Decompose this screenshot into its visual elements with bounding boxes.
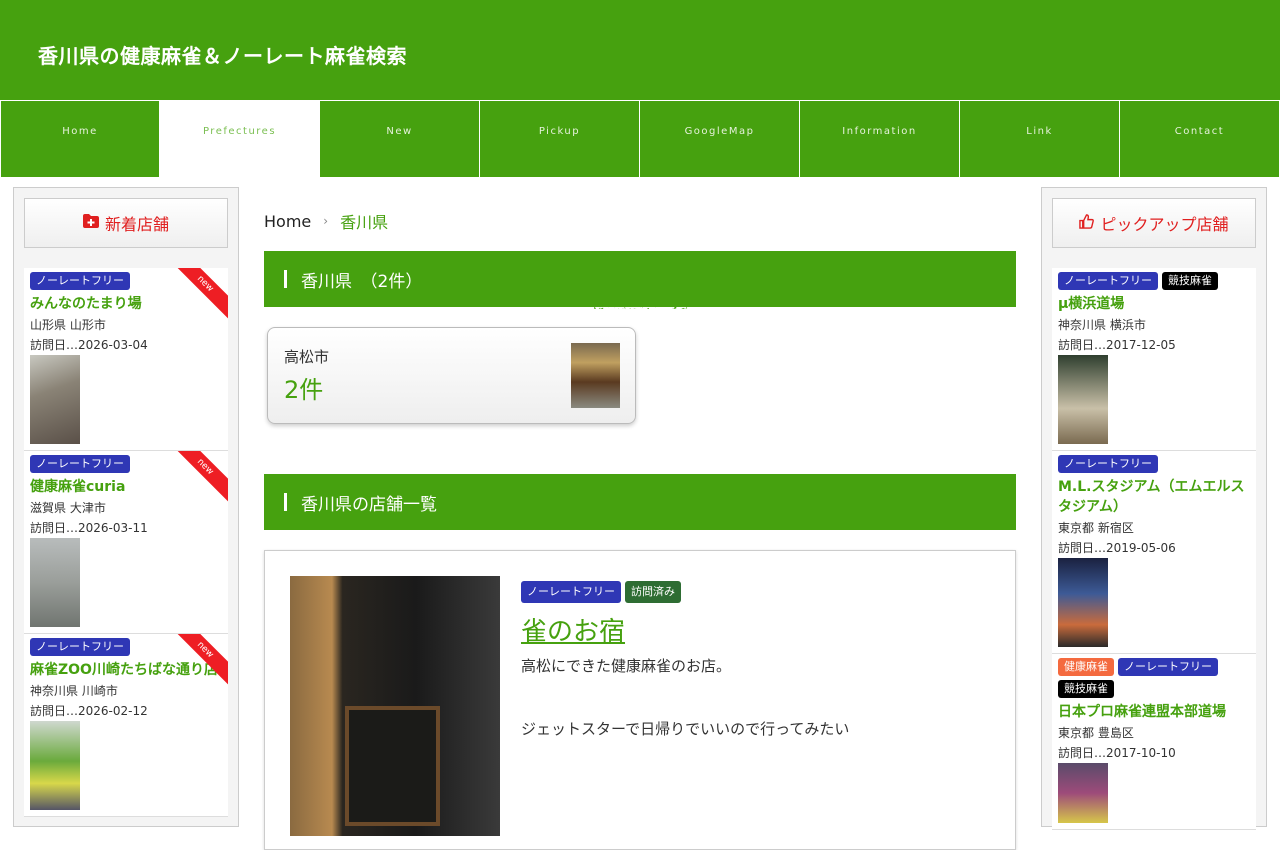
pickup-sidebar: ピックアップ店舗 ノーレートフリー 競技麻雀 μ横浜道場 神奈川県 横浜市 訪問… xyxy=(1041,187,1267,830)
list-item: new ノーレートフリー 麻雀ZOO川崎たちばな通り店 神奈川県 川崎市 訪問日… xyxy=(24,634,228,817)
city-name: 高松市 xyxy=(284,348,330,366)
city-thumbnail xyxy=(571,343,620,408)
shop-name-link[interactable]: M.L.スタジアム（エムエルス xyxy=(1058,476,1251,496)
shop-location: 山形県 山形市 xyxy=(30,318,106,332)
nav-sublabel: Information xyxy=(842,126,917,137)
nav-item-googlemap[interactable]: GoogleMap検索 GoogleMap xyxy=(573,101,800,311)
tag-badge[interactable]: ノーレートフリー xyxy=(30,455,130,473)
shop-name-link[interactable]: 日本プロ麻雀連盟本部道場 xyxy=(1058,701,1251,721)
section-heading-prefecture: 香川県 （2件） xyxy=(264,251,1016,307)
shop-location: 東京都 豊島区 xyxy=(1058,726,1134,740)
shop-location: 滋賀県 大津市 xyxy=(30,501,106,515)
list-item: ノーレートフリー M.L.スタジアム（エムエルス タジアム） 東京都 新宿区 訪… xyxy=(1052,451,1256,654)
tag-badge[interactable]: ノーレートフリー xyxy=(30,272,130,290)
breadcrumb: Home › 香川県 xyxy=(264,209,388,233)
visit-date: 訪問日…2017-12-05 xyxy=(1058,338,1176,352)
tag-badge[interactable]: ノーレートフリー xyxy=(30,638,130,656)
list-item: new ノーレートフリー みんなのたまり場 山形県 山形市 訪問日…2026-0… xyxy=(24,268,228,451)
shop-thumbnail[interactable] xyxy=(1058,558,1108,647)
tag-badge[interactable]: 訪問済み xyxy=(625,581,681,603)
section-title: 香川県の店舗一覧 xyxy=(301,494,437,515)
tag-badge[interactable]: 競技麻雀 xyxy=(1162,272,1218,290)
shop-name-link[interactable]: μ横浜道場 xyxy=(1058,293,1251,313)
nav-sublabel: Home xyxy=(62,126,98,137)
pickup-heading-label: ピックアップ店舗 xyxy=(1100,215,1229,234)
site-header: 香川県の健康麻雀＆ノーレート麻雀検索 xyxy=(0,0,1280,100)
nav-sublabel: Prefectures xyxy=(202,126,277,137)
tag-badge[interactable]: ノーレートフリー xyxy=(1058,272,1158,290)
shop-thumbnail[interactable] xyxy=(30,721,80,810)
shop-thumbnail[interactable] xyxy=(1058,763,1108,823)
pickup-heading[interactable]: ピックアップ店舗 xyxy=(1052,198,1256,248)
nav-item-link[interactable]: リンク Link xyxy=(616,101,1120,311)
shop-photo[interactable] xyxy=(290,576,500,836)
site-title[interactable]: 香川県の健康麻雀＆ノーレート麻雀検索 xyxy=(38,40,407,69)
new-shops-heading[interactable]: 新着店舗 xyxy=(24,198,228,248)
visit-date: 訪問日…2019-05-06 xyxy=(1058,541,1176,555)
new-shops-heading-label: 新着店舗 xyxy=(104,215,169,234)
nav-item-new[interactable]: 新着店舗 New xyxy=(320,101,672,311)
nav-item-search[interactable]: 店舗検索 Information xyxy=(608,101,960,311)
shop-name-link[interactable]: 麻雀ZOO川崎たちばな通り店 xyxy=(30,659,223,679)
nav-sublabel: GoogleMap xyxy=(684,126,755,137)
breadcrumb-current: 香川県 xyxy=(340,213,389,232)
nav-item-home[interactable]: ホーム Home xyxy=(0,101,664,311)
nav-sublabel: Contact xyxy=(1174,126,1225,137)
nav-item-contact[interactable]: お問い合わせ Contact xyxy=(592,101,1280,311)
nav-sublabel: New xyxy=(386,126,413,137)
heading-bar xyxy=(284,493,287,511)
shop-description: ジェットスターで日帰りでいいので行ってみたい xyxy=(521,720,850,738)
global-nav: ホーム Home 都道府県一覧 Prefectures 新着店舗 New ピック… xyxy=(0,100,1280,311)
shop-name-link[interactable]: 雀のお宿 xyxy=(521,611,625,648)
shop-name-link-continued[interactable]: タジアム） xyxy=(1058,496,1251,516)
shop-location: 神奈川県 横浜市 xyxy=(1058,318,1146,332)
folder-plus-icon xyxy=(82,214,99,232)
shop-location: 東京都 新宿区 xyxy=(1058,521,1134,535)
tag-badge[interactable]: ノーレートフリー xyxy=(1058,455,1158,473)
nav-item-prefectures[interactable]: 都道府県一覧 Prefectures xyxy=(160,101,688,311)
shop-location: 神奈川県 川崎市 xyxy=(30,684,118,698)
heading-bar xyxy=(284,270,287,288)
tag-badge[interactable]: 健康麻雀 xyxy=(1058,658,1114,676)
list-item: ノーレートフリー 競技麻雀 μ横浜道場 神奈川県 横浜市 訪問日…2017-12… xyxy=(1052,268,1256,451)
nav-sublabel: Link xyxy=(1026,126,1053,137)
section-heading-shop-list: 香川県の店舗一覧 xyxy=(264,474,1016,530)
list-item: new ノーレートフリー 健康麻雀curia 滋賀県 大津市 訪問日…2026-… xyxy=(24,451,228,634)
section-title: 香川県 （2件） xyxy=(301,271,423,292)
chevron-right-icon: › xyxy=(323,214,329,228)
shop-thumbnail[interactable] xyxy=(1058,355,1108,444)
nav-item-pickup[interactable]: ピックアップ店舗 Pickup xyxy=(480,101,704,311)
visit-date: 訪問日…2026-02-12 xyxy=(30,704,148,718)
nav-sublabel: Pickup xyxy=(538,126,581,137)
shop-sign-board xyxy=(345,706,440,826)
new-shops-sidebar: 新着店舗 new ノーレートフリー みんなのたまり場 山形県 山形市 訪問日…2… xyxy=(13,187,239,827)
tag-badge[interactable]: ノーレートフリー xyxy=(1118,658,1218,676)
new-shops-list: new ノーレートフリー みんなのたまり場 山形県 山形市 訪問日…2026-0… xyxy=(24,268,228,817)
shop-name-link[interactable]: 健康麻雀curia xyxy=(30,476,223,496)
visit-date: 訪問日…2026-03-04 xyxy=(30,338,148,352)
list-item: 健康麻雀 ノーレートフリー 競技麻雀 日本プロ麻雀連盟本部道場 東京都 豊島区 … xyxy=(1052,654,1256,830)
tag-badge[interactable]: ノーレートフリー xyxy=(521,581,621,603)
visit-date: 訪問日…2017-10-10 xyxy=(1058,746,1176,760)
shop-name-link[interactable]: みんなのたまり場 xyxy=(30,293,223,313)
shop-thumbnail[interactable] xyxy=(30,355,80,444)
breadcrumb-home-link[interactable]: Home xyxy=(264,212,311,231)
shop-card: ノーレートフリー 訪問済み 雀のお宿 高松にできた健康麻雀のお店。 ジェットスタ… xyxy=(264,550,1016,850)
city-card[interactable]: 高松市 2件 xyxy=(267,327,636,424)
pickup-list: ノーレートフリー 競技麻雀 μ横浜道場 神奈川県 横浜市 訪問日…2017-12… xyxy=(1052,268,1256,830)
shop-thumbnail[interactable] xyxy=(30,538,80,627)
city-count: 2件 xyxy=(284,376,324,404)
visit-date: 訪問日…2026-03-11 xyxy=(30,521,148,535)
thumbs-up-icon xyxy=(1079,213,1095,233)
shop-tags: ノーレートフリー 訪問済み xyxy=(521,581,681,603)
shop-description: 高松にできた健康麻雀のお店。 xyxy=(521,657,732,675)
tag-badge[interactable]: 競技麻雀 xyxy=(1058,680,1114,698)
